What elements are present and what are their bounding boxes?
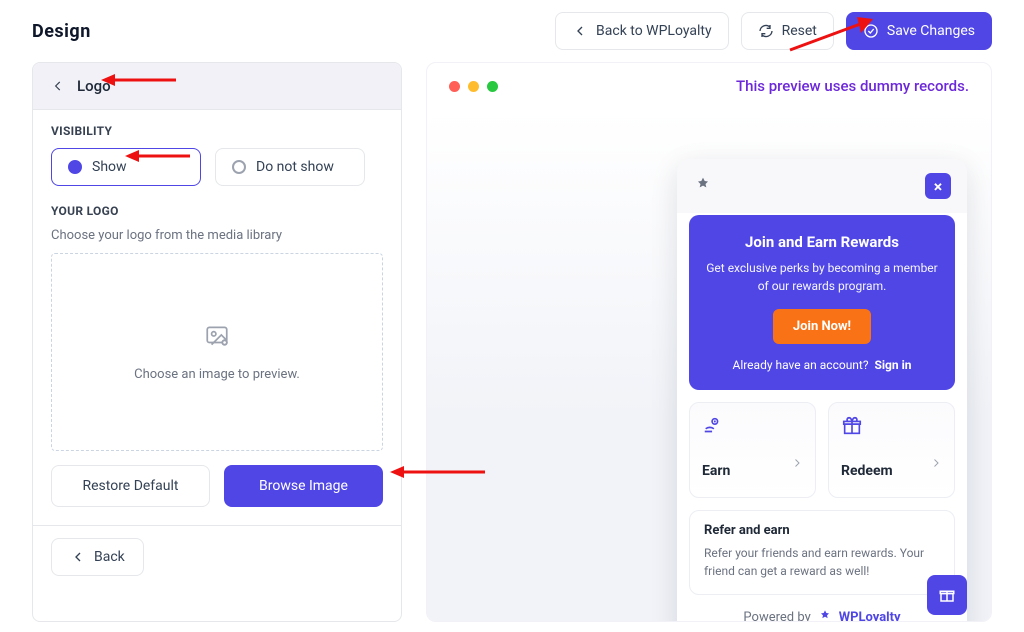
chevron-right-icon (930, 457, 942, 469)
launcher-fab[interactable] (927, 575, 967, 615)
settings-panel: Logo VISIBILITY Show Do not show YOUR LO… (32, 62, 402, 622)
dropzone-text: Choose an image to preview. (134, 367, 300, 382)
hero-text: Get exclusive perks by becoming a member… (705, 259, 939, 295)
rewards-widget: × Join and Earn Rewards Get exclusive pe… (677, 159, 967, 622)
panel-header[interactable]: Logo (33, 63, 401, 110)
powered-by: Powered by WPLoyalty (677, 595, 967, 622)
gift-icon (841, 415, 863, 437)
radio-icon (68, 160, 82, 174)
window-traffic-lights (449, 81, 498, 92)
visibility-heading: VISIBILITY (51, 124, 383, 138)
arrow-left-icon (572, 23, 588, 39)
already-text: Already have an account? (732, 358, 868, 372)
refer-title: Refer and earn (704, 523, 940, 538)
widget-logo-icon (693, 176, 713, 196)
join-now-button[interactable]: Join Now! (773, 309, 871, 344)
earn-icon (702, 415, 724, 437)
check-circle-icon (863, 23, 879, 39)
visibility-show-option[interactable]: Show (51, 148, 201, 186)
your-logo-heading: YOUR LOGO (51, 204, 383, 218)
traffic-red-icon (449, 81, 460, 92)
chevron-right-icon (791, 457, 803, 469)
preview-dummy-message: This preview uses dummy records. (736, 77, 969, 95)
widget-close-button[interactable]: × (925, 173, 951, 199)
restore-default-label: Restore Default (82, 478, 178, 494)
back-to-wployalty-label: Back to WPLoyalty (596, 23, 712, 39)
save-changes-label: Save Changes (887, 23, 975, 39)
chevron-left-icon (51, 79, 65, 93)
save-changes-button[interactable]: Save Changes (846, 12, 992, 50)
arrow-left-icon (70, 549, 86, 565)
refer-card[interactable]: Refer and earn Refer your friends and ea… (689, 510, 955, 595)
visibility-hide-label: Do not show (256, 159, 334, 175)
refresh-icon (758, 23, 774, 39)
traffic-green-icon (487, 81, 498, 92)
logo-dropzone[interactable]: Choose an image to preview. (51, 253, 383, 451)
hero-card: Join and Earn Rewards Get exclusive perk… (689, 215, 955, 390)
radio-icon (232, 160, 246, 174)
refer-text: Refer your friends and earn rewards. You… (704, 544, 940, 580)
sign-in-link[interactable]: Sign in (874, 358, 911, 372)
back-to-wployalty-button[interactable]: Back to WPLoyalty (555, 12, 729, 50)
visibility-hide-option[interactable]: Do not show (215, 148, 365, 186)
powered-prefix: Powered by (743, 610, 810, 623)
hero-title: Join and Earn Rewards (705, 233, 939, 251)
back-label: Back (94, 549, 125, 565)
reset-button[interactable]: Reset (741, 12, 834, 50)
image-placeholder-icon (204, 323, 230, 349)
restore-default-button[interactable]: Restore Default (51, 465, 210, 507)
browse-image-button[interactable]: Browse Image (224, 465, 383, 507)
earn-label: Earn (702, 463, 730, 479)
browse-image-label: Browse Image (259, 478, 348, 494)
gift-icon (938, 586, 956, 604)
powered-brand: WPLoyalty (839, 610, 901, 623)
help-text: Choose your logo from the media library (51, 228, 383, 243)
visibility-show-label: Show (92, 159, 127, 175)
preview-pane: This preview uses dummy records. × Join … (426, 62, 992, 622)
panel-title: Logo (77, 77, 111, 95)
earn-card[interactable]: Earn (689, 402, 816, 498)
traffic-yellow-icon (468, 81, 479, 92)
brand-logo-icon (817, 609, 833, 622)
close-icon: × (934, 177, 943, 196)
redeem-card[interactable]: Redeem (828, 402, 955, 498)
page-title: Design (32, 21, 91, 42)
back-button[interactable]: Back (51, 538, 144, 576)
redeem-label: Redeem (841, 463, 893, 479)
reset-label: Reset (782, 23, 817, 39)
